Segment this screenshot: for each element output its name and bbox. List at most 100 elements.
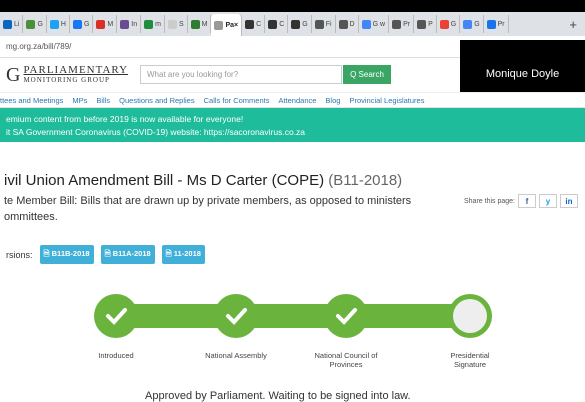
browser-tab[interactable]: M [93,15,118,33]
bill-number: (B11-2018) [328,172,403,189]
tab-favicon-icon [392,19,402,29]
version-badge[interactable]: 🗎 B11A-2018 [100,245,155,264]
bill-description: te Member Bill: Bills that are drawn up … [4,193,459,225]
browser-tab[interactable]: G [23,15,47,33]
browser-tab[interactable]: Pr [389,15,415,33]
tab-favicon-icon [291,19,301,29]
browser-tab[interactable]: In [117,15,142,33]
tab-favicon-icon [314,19,324,29]
stage-inner-circle [99,299,133,333]
nav-link[interactable]: Blog [325,96,340,105]
main-nav: ttees and Meetings MPs Bills Questions and … [0,92,585,108]
tab-favicon-icon [245,19,255,29]
tab-favicon-icon [486,19,496,29]
banner-line1: emium content from before 2019 is now av… [6,114,244,124]
tab-favicon-icon [439,19,449,29]
tab-label: G [450,20,457,28]
browser-tab[interactable]: G [437,15,461,33]
tab-favicon-icon [268,19,278,29]
browser-tab[interactable]: D [336,15,359,33]
nav-link[interactable]: MPs [72,96,87,105]
tab-favicon-icon [49,19,59,29]
new-tab-button[interactable]: + [561,17,585,32]
search-input[interactable]: What are you looking for? [140,65,342,84]
close-tab-icon[interactable]: × [234,22,238,29]
browser-tab[interactable]: G [70,15,94,33]
tab-label: Li [14,20,20,28]
tab-favicon-icon [190,19,200,29]
tab-label: G [302,20,308,28]
browser-tab[interactable]: C [242,15,266,33]
version-label: B11B-2018 [51,249,90,258]
browser-tab[interactable]: H [47,15,70,33]
nav-link[interactable]: Calls for Comments [204,96,270,105]
tab-label: C [279,20,285,28]
tab-favicon-icon [338,19,348,29]
tab-favicon-icon [144,19,154,29]
tab-favicon-icon [72,19,82,29]
stage-label: National Council of [315,351,379,360]
browser-tab[interactable]: Pa × [211,14,243,36]
share-bar: Share this page: f y in [464,194,578,208]
version-badge[interactable]: 🗎 B11B-2018 [39,245,94,264]
share-label: Share this page: [464,197,515,205]
page-title: ivil Union Amendment Bill - Ms D Carter … [4,172,402,189]
version-label: 11-2018 [173,249,201,258]
stage-label: Presidential [450,351,490,360]
logo-initial: G [6,63,21,86]
window-top-edge [0,0,585,12]
tab-favicon-icon [96,19,106,29]
tab-label: In [131,20,138,28]
tab-favicon-icon [214,20,224,30]
browser-tab[interactable]: Pr [484,15,509,33]
nav-link[interactable]: Attendance [278,96,316,105]
banner-line2[interactable]: it SA Government Coronavirus (COVID-19) … [6,126,579,139]
twitter-share-button[interactable]: y [538,194,557,208]
tab-label: G [83,20,90,28]
tab-label: Pr [403,20,411,28]
browser-tab[interactable]: m [141,15,165,33]
stage-inner-circle [219,299,253,333]
info-banner: emium content from before 2019 is now av… [0,108,585,142]
facebook-share-button[interactable]: f [517,194,536,208]
nav-link[interactable]: Questions and Replies [119,96,194,105]
tab-label: m [155,20,161,28]
tab-favicon-icon [120,19,130,29]
tab-favicon-icon [26,19,36,29]
progress-stage: PresidentialSignature [448,294,492,369]
stage-inner-circle [329,299,363,333]
tab-favicon-icon [361,19,371,29]
nav-link[interactable]: ttees and Meetings [0,96,63,105]
nav-link[interactable]: Provincial Legislatures [349,96,424,105]
tab-favicon-icon [167,19,177,29]
version-badge[interactable]: 🗎 11-2018 [161,245,205,264]
tab-label: G [37,20,43,28]
tab-favicon-icon [417,19,427,29]
browser-tab[interactable]: S [165,15,188,33]
tab-label: D [349,20,355,28]
browser-tab[interactable]: Fi [312,15,336,33]
tab-label: G w [372,20,386,28]
browser-tab[interactable]: C [265,15,289,33]
tab-label: H [60,20,66,28]
browser-tab[interactable]: G w [359,15,390,33]
tab-label: P [428,20,433,28]
tab-label: M [107,20,114,28]
tab-label: G [474,20,480,28]
description-line2: ommittees. [4,211,58,223]
browser-tab[interactable]: Li [0,15,24,33]
browser-tab[interactable]: G [288,15,312,33]
search-button[interactable]: Q Search [343,65,391,84]
browser-tab-strip: Li G H G M In m S M Pa × C C G Fi D G w Pr P G G Pr + [0,12,585,36]
progress-stage: Introduced [94,294,138,360]
description-line1: te Member Bill: Bills that are drawn up … [4,195,412,207]
browser-tab[interactable]: M [188,15,212,33]
site-logo[interactable]: G PARLIAMENTARY MONITORING GROUP [6,64,128,87]
nav-link[interactable]: Bills [96,96,110,105]
linkedin-share-button[interactable]: in [559,194,578,208]
browser-tab[interactable]: G [460,15,484,33]
browser-tab[interactable]: P [414,15,437,33]
tab-favicon-icon [463,19,473,29]
stage-label: Signature [454,360,486,369]
stage-label: National Assembly [205,351,267,360]
